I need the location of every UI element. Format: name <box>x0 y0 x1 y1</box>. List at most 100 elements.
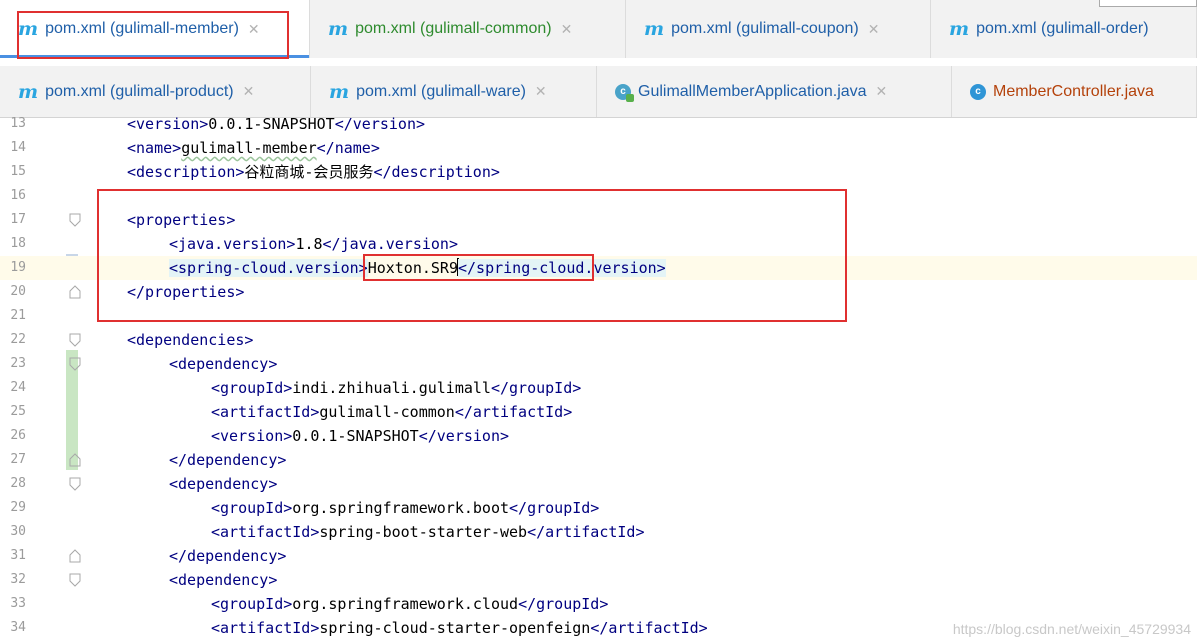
code-line[interactable]: 15 <description>谷粒商城-会员服务</description> <box>0 160 1197 184</box>
tab-r2-1[interactable]: m pom.xml (gulimall-ware) ✕ <box>311 66 597 117</box>
tab-label: pom.xml (gulimall-ware) <box>356 82 526 100</box>
code-line[interactable]: 26 <version>0.0.1-SNAPSHOT</version> <box>0 424 1197 448</box>
xml-tag: </version> <box>418 427 510 445</box>
xml-tag: <artifactId> <box>211 619 320 637</box>
code-text: <version>0.0.1-SNAPSHOT</version> <box>127 112 425 136</box>
code-line[interactable]: 30 <artifactId>spring-boot-starter-web</a… <box>0 520 1197 544</box>
fold-close-icon[interactable] <box>69 453 81 467</box>
fold-close-icon[interactable] <box>69 549 81 563</box>
code-text: <artifactId>spring-boot-starter-web</art… <box>211 520 645 544</box>
code-text: <dependency> <box>169 568 277 592</box>
tab-r2-3[interactable]: c MemberController.java <box>952 66 1197 117</box>
xml-tag: <groupId> <box>211 379 293 397</box>
line-number: 15 <box>10 164 26 179</box>
close-tab-icon[interactable]: ✕ <box>876 83 888 100</box>
xml-value: org.springframework.boot <box>292 499 510 517</box>
code-line[interactable]: 32 <dependency> <box>0 568 1197 592</box>
tab-label: MemberController.java <box>993 82 1154 100</box>
xml-tag: <dependency> <box>169 355 278 373</box>
line-number: 13 <box>10 116 26 131</box>
code-text: <groupId>org.springframework.boot</group… <box>211 496 599 520</box>
close-tab-icon[interactable]: ✕ <box>868 21 880 38</box>
tab-label: pom.xml (gulimall-product) <box>45 82 234 100</box>
tab-r2-2[interactable]: c GulimallMemberApplication.java ✕ <box>597 66 952 117</box>
code-line[interactable]: 33 <groupId>org.springframework.cloud</gr… <box>0 592 1197 616</box>
tab-r2-0[interactable]: m pom.xml (gulimall-product) ✕ <box>0 66 311 117</box>
code-line[interactable]: 23 <dependency> <box>0 352 1197 376</box>
tab-label: pom.xml (gulimall-order) <box>976 20 1149 37</box>
code-text: </dependency> <box>169 448 286 472</box>
window-corner-widget <box>1099 0 1197 7</box>
code-text: <dependency> <box>169 352 277 376</box>
close-tab-icon[interactable]: ✕ <box>535 83 547 100</box>
line-number: 21 <box>10 308 26 323</box>
xml-tag: <version> <box>127 115 209 133</box>
xml-value: 0.0.1-SNAPSHOT <box>208 115 335 133</box>
xml-tag: </description> <box>373 163 500 181</box>
code-line[interactable]: 28 <dependency> <box>0 472 1197 496</box>
close-tab-icon[interactable]: ✕ <box>243 83 255 100</box>
code-line[interactable]: 22 <dependencies> <box>0 328 1197 352</box>
line-number: 19 <box>10 260 26 275</box>
xml-value: org.springframework.cloud <box>292 595 519 613</box>
xml-tag: </dependency> <box>169 451 287 469</box>
fold-open-icon[interactable] <box>69 477 81 491</box>
close-tab-icon[interactable]: ✕ <box>561 21 573 38</box>
maven-icon: m <box>949 18 970 40</box>
code-text: <artifactId>gulimall-common</artifactId> <box>211 400 572 424</box>
xml-tag: <dependency> <box>169 475 278 493</box>
code-text: <dependency> <box>169 472 277 496</box>
code-text: <dependencies> <box>127 328 253 352</box>
tab-row-divider <box>0 58 1197 66</box>
line-number: 34 <box>10 620 26 635</box>
code-line[interactable]: 24 <groupId>indi.zhihuali.gulimall</group… <box>0 376 1197 400</box>
xml-tag: <groupId> <box>211 499 293 517</box>
xml-tag: </artifactId> <box>454 403 573 421</box>
code-text: <description>谷粒商城-会员服务</description> <box>127 160 500 184</box>
xml-tag: <dependency> <box>169 571 278 589</box>
code-text: <groupId>indi.zhihuali.gulimall</groupId… <box>211 376 581 400</box>
tab-label: pom.xml (gulimall-common) <box>355 20 552 37</box>
fold-open-icon[interactable] <box>69 333 81 347</box>
tab-r1-3[interactable]: m pom.xml (gulimall-order) <box>931 0 1197 58</box>
maven-icon: m <box>644 18 665 40</box>
line-number: 27 <box>10 452 26 467</box>
xml-tag: <artifactId> <box>211 523 320 541</box>
xml-value: spring-cloud-starter-openfeign <box>319 619 591 637</box>
code-line[interactable]: 14 <name>gulimall-member</name> <box>0 136 1197 160</box>
xml-value: gulimall-member <box>181 139 317 157</box>
xml-tag: <dependencies> <box>127 331 254 349</box>
code-line[interactable]: 29 <groupId>org.springframework.boot</gro… <box>0 496 1197 520</box>
maven-icon: m <box>329 80 350 103</box>
xml-tag: <artifactId> <box>211 403 320 421</box>
annotation-box-active-tab <box>17 11 289 59</box>
code-editor[interactable]: 13 <version>0.0.1-SNAPSHOT</version> 14 <na… <box>0 115 1197 641</box>
code-text: <artifactId>spring-cloud-starter-openfei… <box>211 616 708 640</box>
code-line[interactable]: 13 <version>0.0.1-SNAPSHOT</version> <box>0 112 1197 136</box>
line-number: 32 <box>10 572 26 587</box>
code-line[interactable]: 25 <artifactId>gulimall-common</artifactI… <box>0 400 1197 424</box>
line-number: 24 <box>10 380 26 395</box>
line-number: 30 <box>10 524 26 539</box>
code-line[interactable]: 31 </dependency> <box>0 544 1197 568</box>
xml-tag: </name> <box>316 139 380 157</box>
line-number: 29 <box>10 500 26 515</box>
xml-tag: </groupId> <box>509 499 600 517</box>
tab-r1-2[interactable]: m pom.xml (gulimall-coupon) ✕ <box>626 0 931 58</box>
line-number: 31 <box>10 548 26 563</box>
xml-value: indi.zhihuali.gulimall <box>292 379 491 397</box>
xml-tag: <groupId> <box>211 595 293 613</box>
fold-open-icon[interactable] <box>69 213 81 227</box>
fold-open-icon[interactable] <box>69 357 81 371</box>
java-class-icon: c <box>970 83 986 100</box>
tab-r1-1[interactable]: m pom.xml (gulimall-common) ✕ <box>310 0 626 58</box>
fold-close-icon[interactable] <box>69 285 81 299</box>
tab-label: GulimallMemberApplication.java <box>638 82 867 100</box>
code-text: <version>0.0.1-SNAPSHOT</version> <box>211 424 509 448</box>
line-number: 25 <box>10 404 26 419</box>
code-text: </dependency> <box>169 544 286 568</box>
code-line[interactable]: 27 </dependency> <box>0 448 1197 472</box>
line-number: 17 <box>10 212 26 227</box>
xml-tag: <description> <box>127 163 245 181</box>
fold-open-icon[interactable] <box>69 573 81 587</box>
